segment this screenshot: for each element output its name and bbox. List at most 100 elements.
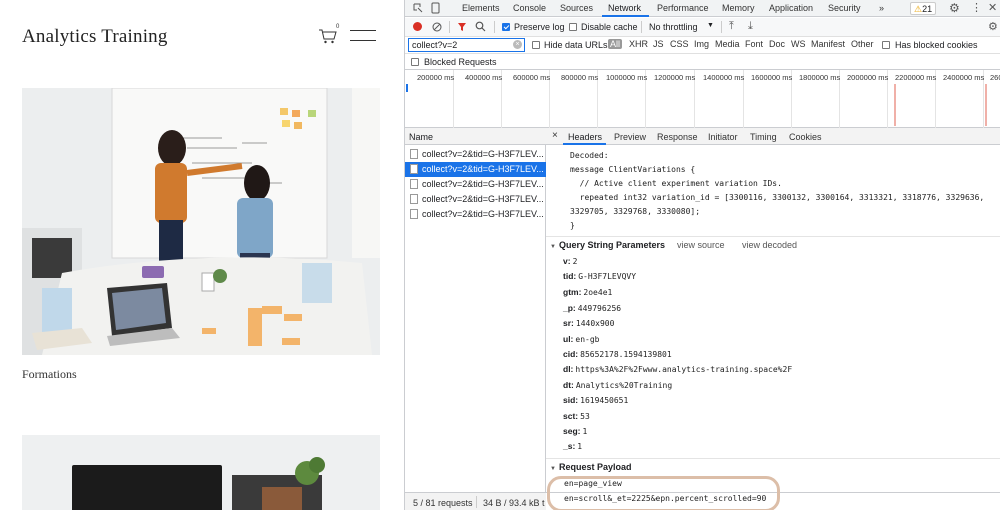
decoded-line: } xyxy=(570,221,575,230)
more-tabs-button[interactable]: » xyxy=(879,3,884,13)
import-har-icon[interactable]: ⤒ xyxy=(729,20,734,33)
param-value: 1 xyxy=(577,442,583,451)
kebab-menu-icon[interactable]: ⋮ xyxy=(971,1,982,14)
timeline-overview[interactable]: 200000 ms 400000 ms 600000 ms 800000 ms … xyxy=(405,70,1000,128)
query-param: sid: 1619450651 xyxy=(563,395,628,405)
detail-tab-response[interactable]: Response xyxy=(657,132,698,142)
detail-tab-headers[interactable]: Headers xyxy=(568,132,602,142)
tab-memory[interactable]: Memory xyxy=(722,3,755,13)
hide-data-urls-checkbox[interactable] xyxy=(532,41,540,49)
request-row-selected[interactable]: collect?v=2&tid=G-H3F7LEV... xyxy=(405,162,546,177)
type-filter-js[interactable]: JS xyxy=(653,39,664,49)
preserve-log-checkbox[interactable] xyxy=(502,23,510,31)
param-key: cid: xyxy=(563,349,579,359)
request-row[interactable]: collect?v=2&tid=G-H3F7LEV... xyxy=(405,207,546,222)
warning-badge[interactable]: ⚠21 xyxy=(910,2,937,15)
website-pane: Analytics Training 0 Formations xyxy=(0,0,404,510)
param-key: dl: xyxy=(563,364,574,374)
param-key: gtm: xyxy=(563,287,582,297)
query-param: v: 2 xyxy=(563,256,577,266)
throttling-select[interactable]: No throttling xyxy=(649,22,698,32)
separator xyxy=(494,21,495,33)
has-blocked-cookies-checkbox[interactable] xyxy=(882,41,890,49)
site-title[interactable]: Analytics Training xyxy=(22,26,168,48)
param-value: https%3A%2F%2Fwww.analytics-training.spa… xyxy=(575,365,793,374)
network-toolbar: Preserve log Disable cache No throttling… xyxy=(405,18,1000,37)
view-decoded-link[interactable]: view decoded xyxy=(742,240,797,250)
param-value: Analytics%20Training xyxy=(575,381,673,390)
blocked-requests-label: Blocked Requests xyxy=(424,57,497,67)
type-filter-other[interactable]: Other xyxy=(851,39,874,49)
filter-input[interactable]: collect?v=2 xyxy=(408,38,525,52)
detail-tab-cookies[interactable]: Cookies xyxy=(789,132,822,142)
request-payload-section-title[interactable]: ▼ Request Payload xyxy=(550,462,631,472)
type-filter-xhr[interactable]: XHR xyxy=(629,39,648,49)
timeline-tick: 600000 ms xyxy=(513,73,551,82)
param-value: 53 xyxy=(580,412,590,421)
tab-elements[interactable]: Elements xyxy=(462,3,500,13)
timeline-tick: 200000 ms xyxy=(417,73,455,82)
decoded-line: message ClientVariations { xyxy=(570,165,696,174)
type-filter-css[interactable]: CSS xyxy=(670,39,689,49)
menu-icon[interactable] xyxy=(350,30,376,42)
param-value: G-H3F7LEVQVY xyxy=(578,272,637,281)
photo-caption[interactable]: Formations xyxy=(22,367,77,382)
payload-highlight-annotation xyxy=(547,476,780,510)
decoded-line: repeated int32 variation_id = [3300116, … xyxy=(570,193,985,202)
type-filter-media[interactable]: Media xyxy=(715,39,740,49)
type-filter-all[interactable]: All xyxy=(608,39,623,49)
query-param: _p: 449796256 xyxy=(563,303,621,313)
timeline-tick: 2000000 ms xyxy=(847,73,889,82)
query-param: dl: https%3A%2F%2Fwww.analytics-training.… xyxy=(563,364,792,374)
param-key: _s: xyxy=(563,441,576,451)
close-devtools-icon[interactable]: ✕ xyxy=(988,1,997,14)
settings-icon[interactable]: ⚙ xyxy=(949,1,960,15)
request-row[interactable]: collect?v=2&tid=G-H3F7LEV... xyxy=(405,177,546,192)
request-row[interactable]: collect?v=2&tid=G-H3F7LEV... xyxy=(405,192,546,207)
param-value: 85652178.1594139801 xyxy=(580,350,672,359)
filter-icon[interactable] xyxy=(457,22,467,32)
export-har-icon[interactable]: ⤓ xyxy=(748,20,753,33)
tab-performance[interactable]: Performance xyxy=(657,3,709,13)
detail-tab-timing[interactable]: Timing xyxy=(750,132,777,142)
param-value: 1 xyxy=(582,427,588,436)
device-toolbar-icon[interactable] xyxy=(431,2,440,14)
tab-security[interactable]: Security xyxy=(828,3,861,13)
close-detail-icon[interactable]: × xyxy=(552,130,558,141)
inspect-icon[interactable] xyxy=(413,3,423,13)
tab-network[interactable]: Network xyxy=(608,3,641,13)
type-filter-font[interactable]: Font xyxy=(745,39,763,49)
record-icon[interactable] xyxy=(413,22,422,31)
type-filter-doc[interactable]: Doc xyxy=(769,39,785,49)
query-param: gtm: 2oe4e1 xyxy=(563,287,612,297)
hero-photo[interactable] xyxy=(22,88,380,355)
tab-application[interactable]: Application xyxy=(769,3,813,13)
second-photo[interactable] xyxy=(22,435,380,510)
request-row[interactable]: collect?v=2&tid=G-H3F7LEV... xyxy=(405,147,546,162)
query-string-section-title[interactable]: ▼ Query String Parameters xyxy=(550,240,665,250)
type-filter-ws[interactable]: WS xyxy=(791,39,806,49)
chevron-down-icon[interactable]: ▼ xyxy=(707,22,714,29)
type-filter-img[interactable]: Img xyxy=(694,39,709,49)
type-filter-manifest[interactable]: Manifest xyxy=(811,39,845,49)
search-icon[interactable] xyxy=(475,21,486,32)
param-value: 2 xyxy=(572,257,578,266)
network-settings-icon[interactable]: ⚙ xyxy=(988,20,998,33)
clear-icon[interactable] xyxy=(432,22,442,32)
view-source-link[interactable]: view source xyxy=(677,240,725,250)
param-key: ul: xyxy=(563,334,574,344)
param-key: seg: xyxy=(563,426,581,436)
payload-section-label: Request Payload xyxy=(558,462,632,472)
clear-filter-icon[interactable]: × xyxy=(513,40,522,49)
request-name: collect?v=2&tid=G-H3F7LEV... xyxy=(422,194,544,204)
detail-tab-initiator[interactable]: Initiator xyxy=(708,132,738,142)
param-key: sct: xyxy=(563,411,579,421)
detail-tab-preview[interactable]: Preview xyxy=(614,132,646,142)
name-column-header[interactable]: Name xyxy=(405,128,546,145)
disable-cache-checkbox[interactable] xyxy=(569,23,577,31)
query-param: seg: 1 xyxy=(563,426,587,436)
blocked-requests-checkbox[interactable] xyxy=(411,58,419,66)
tab-console[interactable]: Console xyxy=(513,3,546,13)
tab-sources[interactable]: Sources xyxy=(560,3,593,13)
cart-icon[interactable] xyxy=(318,28,338,44)
